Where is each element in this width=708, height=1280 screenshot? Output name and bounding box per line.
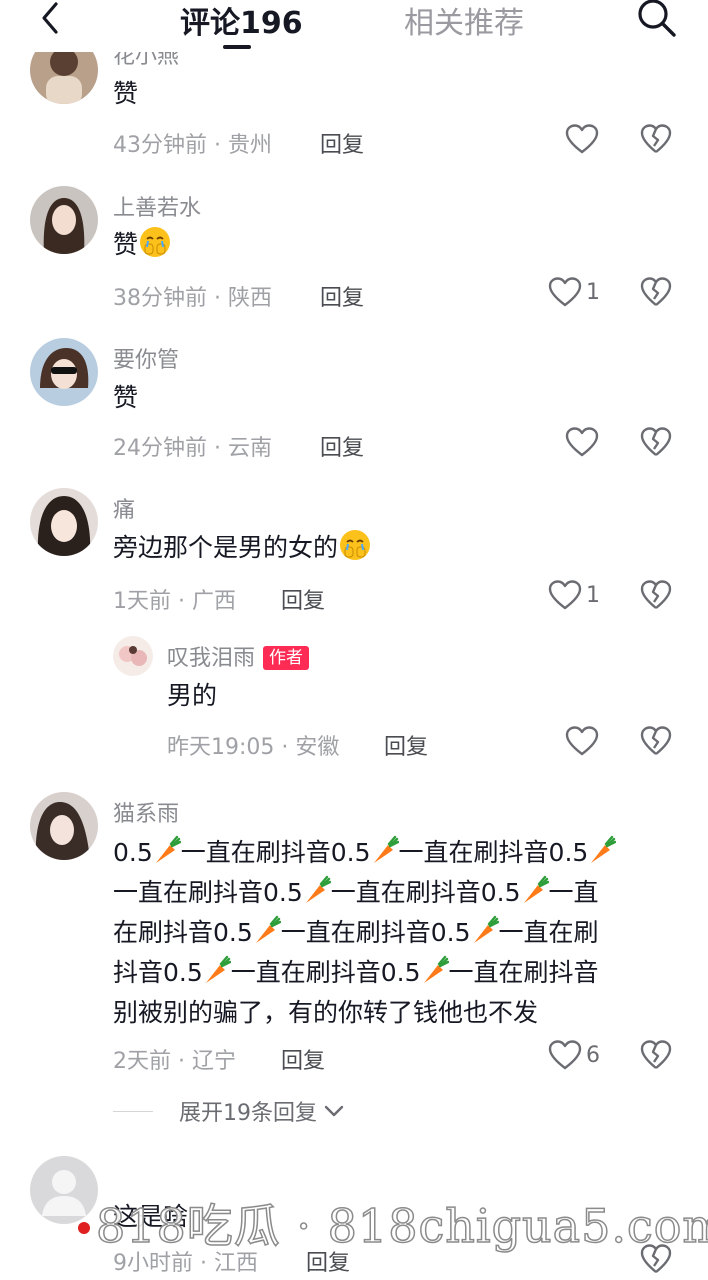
comment-text-line: 在刷抖音0.5 一直在刷抖音0.5 一直在刷 bbox=[113, 913, 599, 953]
carrot-emoji-icon bbox=[523, 875, 549, 903]
like-button[interactable] bbox=[565, 726, 599, 756]
comment-meta: 24分钟前 · 云南 bbox=[113, 436, 273, 461]
expand-replies-button[interactable]: 展开19条回复 bbox=[113, 1095, 345, 1127]
like-count: 1 bbox=[586, 279, 600, 305]
comment-text: 赞 bbox=[113, 383, 139, 412]
reply-button[interactable]: 回复 bbox=[281, 1043, 325, 1075]
comment-text-line: 别被别的骗了，有的你转了钱他也不发 bbox=[113, 998, 539, 1027]
comment-meta: 2天前 · 辽宁 bbox=[113, 1049, 237, 1074]
heart-icon bbox=[548, 277, 582, 307]
like-button[interactable] bbox=[565, 124, 599, 154]
avatar[interactable] bbox=[30, 186, 98, 254]
tab-comments[interactable]: 评论196 bbox=[180, 0, 303, 42]
tab-related[interactable]: 相关推荐 bbox=[404, 0, 524, 42]
top-bar: 评论196 相关推荐 bbox=[0, 0, 708, 52]
like-button[interactable]: 1 bbox=[548, 277, 600, 307]
heart-icon bbox=[548, 1040, 582, 1070]
comment-text-line: 0.5 一直在刷抖音0.5 一直在刷抖音0.5 bbox=[113, 833, 617, 873]
comment-meta: 1天前 · 广西 bbox=[113, 589, 237, 614]
carrot-emoji-icon bbox=[423, 955, 449, 983]
comment-username[interactable]: 要你管 bbox=[113, 342, 179, 374]
like-button[interactable]: 1 bbox=[548, 580, 600, 610]
like-button[interactable] bbox=[565, 427, 599, 457]
heart-icon bbox=[565, 726, 599, 756]
like-count: 1 bbox=[586, 582, 600, 608]
comment-username[interactable]: 猫系雨 bbox=[113, 796, 179, 828]
comment-username[interactable]: 上善若水 bbox=[113, 190, 201, 222]
reply-text: 男的 bbox=[167, 681, 218, 710]
crying-face-emoji-icon bbox=[140, 227, 171, 257]
chevron-down-icon bbox=[324, 1105, 344, 1117]
comment-text: 赞 bbox=[113, 79, 139, 108]
chevron-left-icon[interactable] bbox=[30, 0, 70, 40]
comment-text-line: 抖音0.5 一直在刷抖音0.5 一直在刷抖音 bbox=[113, 953, 599, 993]
carrot-emoji-icon bbox=[473, 915, 499, 943]
carrot-emoji-icon bbox=[205, 955, 231, 983]
avatar[interactable] bbox=[30, 792, 98, 860]
carrot-emoji-icon bbox=[255, 915, 281, 943]
comment-text: 旁边那个是男的女的 bbox=[113, 528, 372, 568]
comment-text-line: 一直在刷抖音0.5 一直在刷抖音0.5 一直 bbox=[113, 873, 599, 913]
heart-icon bbox=[565, 124, 599, 154]
dislike-icon[interactable] bbox=[640, 580, 672, 610]
heart-icon bbox=[565, 427, 599, 457]
author-badge: 作者 bbox=[263, 646, 310, 670]
crying-face-emoji-icon bbox=[340, 530, 371, 560]
watermark: 818吃瓜 · 818chigua5.com bbox=[78, 1190, 708, 1256]
reply-button[interactable]: 回复 bbox=[320, 127, 364, 159]
comment-text: 赞 bbox=[113, 225, 172, 265]
comment-username[interactable]: 痛 bbox=[113, 492, 135, 524]
carrot-emoji-icon bbox=[373, 835, 399, 863]
carrot-emoji-icon bbox=[591, 835, 617, 863]
dislike-icon[interactable] bbox=[640, 726, 672, 756]
divider bbox=[113, 1110, 153, 1112]
reply-button[interactable]: 回复 bbox=[281, 583, 325, 615]
avatar[interactable] bbox=[113, 636, 153, 676]
heart-icon bbox=[548, 580, 582, 610]
like-button[interactable]: 6 bbox=[548, 1040, 600, 1070]
dislike-icon[interactable] bbox=[640, 124, 672, 154]
search-icon[interactable] bbox=[633, 0, 677, 38]
active-tab-indicator bbox=[223, 45, 251, 49]
reply-button[interactable]: 回复 bbox=[320, 280, 364, 312]
reply-button[interactable]: 回复 bbox=[320, 430, 364, 462]
carrot-emoji-icon bbox=[305, 875, 331, 903]
comment-meta: 38分钟前 · 陕西 bbox=[113, 286, 273, 311]
avatar[interactable] bbox=[30, 338, 98, 406]
reply-username-text[interactable]: 叹我泪雨 bbox=[167, 646, 255, 671]
carrot-emoji-icon bbox=[155, 835, 181, 863]
reply-button[interactable]: 回复 bbox=[384, 729, 428, 761]
dislike-icon[interactable] bbox=[640, 277, 672, 307]
dislike-icon[interactable] bbox=[640, 427, 672, 457]
reply-username: 叹我泪雨 作者 bbox=[167, 640, 310, 672]
comment-meta: 43分钟前 · 贵州 bbox=[113, 133, 273, 158]
like-count: 6 bbox=[586, 1042, 600, 1068]
avatar[interactable] bbox=[30, 488, 98, 556]
watermark-dot bbox=[78, 1222, 90, 1234]
reply-meta: 昨天19:05 · 安徽 bbox=[167, 735, 340, 760]
dislike-icon[interactable] bbox=[640, 1040, 672, 1070]
expand-replies-label: 展开19条回复 bbox=[179, 1101, 317, 1126]
